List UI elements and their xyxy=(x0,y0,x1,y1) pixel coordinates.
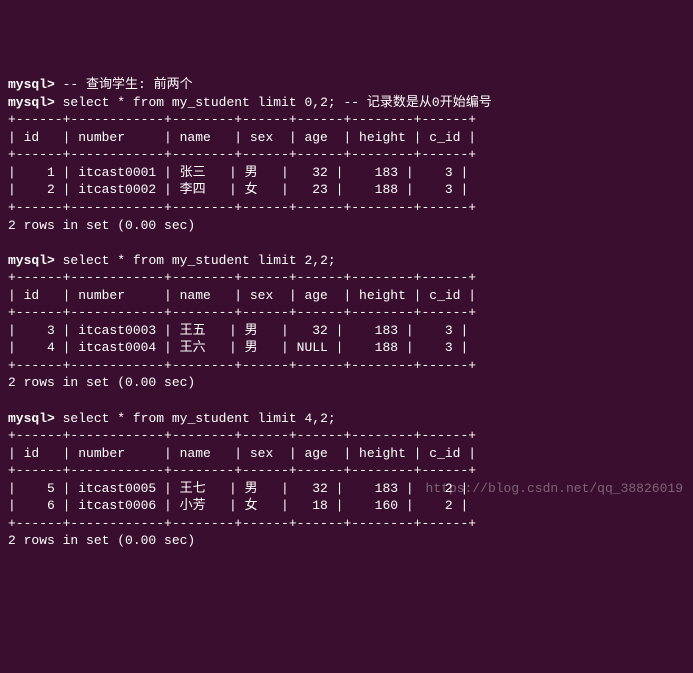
table-separator: +------+------------+--------+------+---… xyxy=(8,463,476,478)
table-row: | 5 | itcast0005 | 王七 | 男 | 32 | 183 | 2… xyxy=(8,481,468,496)
table-row: | 6 | itcast0006 | 小芳 | 女 | 18 | 160 | 2… xyxy=(8,498,468,513)
comment-line: -- 查询学生: 前两个 xyxy=(63,77,193,92)
table-separator: +------+------------+--------+------+---… xyxy=(8,147,476,162)
mysql-prompt: mysql> xyxy=(8,253,55,268)
mysql-prompt: mysql> xyxy=(8,95,55,110)
table-header: | id | number | name | sex | age | heigh… xyxy=(8,130,476,145)
table-row: | 4 | itcast0004 | 王六 | 男 | NULL | 188 |… xyxy=(8,340,468,355)
table-separator: +------+------------+--------+------+---… xyxy=(8,270,476,285)
table-header: | id | number | name | sex | age | heigh… xyxy=(8,446,476,461)
table-separator: +------+------------+--------+------+---… xyxy=(8,358,476,373)
table-separator: +------+------------+--------+------+---… xyxy=(8,305,476,320)
table-separator: +------+------------+--------+------+---… xyxy=(8,200,476,215)
mysql-prompt: mysql> xyxy=(8,77,55,92)
table-header: | id | number | name | sex | age | heigh… xyxy=(8,288,476,303)
mysql-prompt: mysql> xyxy=(8,411,55,426)
inline-comment: -- 记录数是从0开始编号 xyxy=(343,95,491,110)
table-row: | 3 | itcast0003 | 王五 | 男 | 32 | 183 | 3… xyxy=(8,323,468,338)
sql-query-2: select * from my_student limit 2,2; xyxy=(63,253,336,268)
table-separator: +------+------------+--------+------+---… xyxy=(8,112,476,127)
result-status: 2 rows in set (0.00 sec) xyxy=(8,375,195,390)
watermark-text: https://blog.csdn.net/qq_38826019 xyxy=(426,480,683,498)
result-status: 2 rows in set (0.00 sec) xyxy=(8,533,195,548)
result-status: 2 rows in set (0.00 sec) xyxy=(8,218,195,233)
table-separator: +------+------------+--------+------+---… xyxy=(8,428,476,443)
table-row: | 1 | itcast0001 | 张三 | 男 | 32 | 183 | 3… xyxy=(8,165,468,180)
sql-query-3: select * from my_student limit 4,2; xyxy=(63,411,336,426)
sql-query-1: select * from my_student limit 0,2; xyxy=(63,95,336,110)
table-separator: +------+------------+--------+------+---… xyxy=(8,516,476,531)
table-row: | 2 | itcast0002 | 李四 | 女 | 23 | 188 | 3… xyxy=(8,182,468,197)
terminal-output: mysql> -- 查询学生: 前两个 mysql> select * from… xyxy=(8,76,685,550)
